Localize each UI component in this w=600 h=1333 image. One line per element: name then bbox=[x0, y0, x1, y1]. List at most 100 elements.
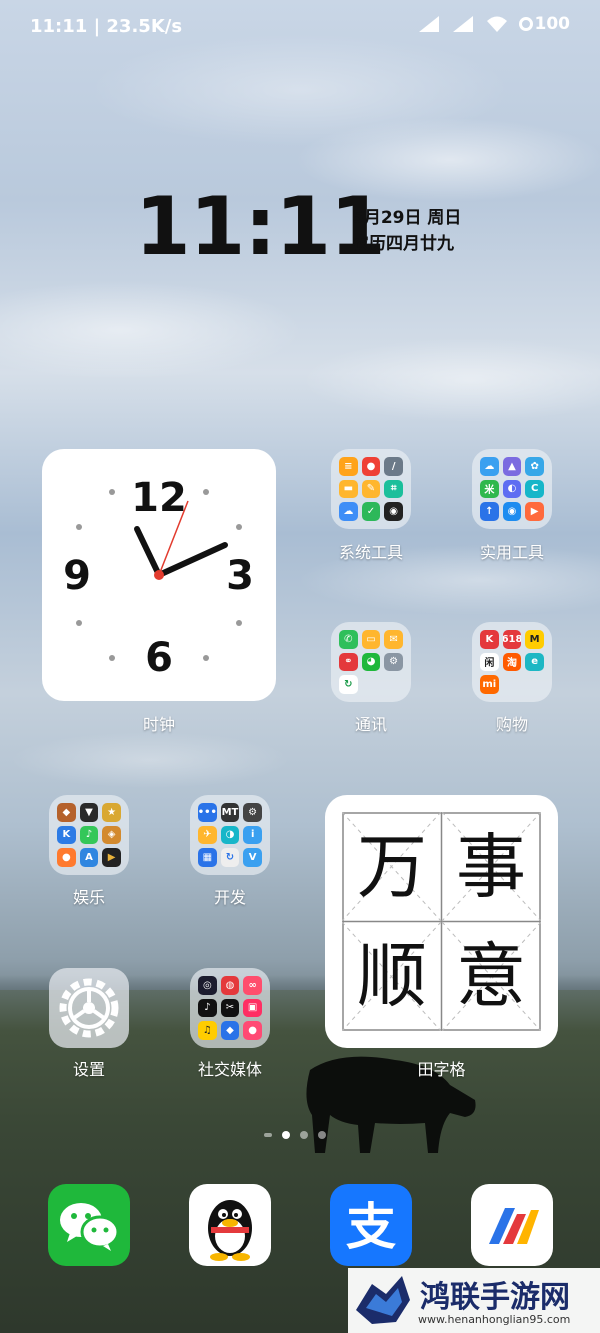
clock-face: 12 3 6 9 bbox=[63, 475, 254, 681]
page-dot-1[interactable] bbox=[282, 1131, 290, 1139]
video-icon: ▶ bbox=[102, 848, 121, 867]
battery-indicator: 100 bbox=[518, 14, 571, 34]
svg-text:支: 支 bbox=[346, 1198, 396, 1256]
folder-label-development: 开发 bbox=[213, 888, 246, 907]
weather-icon: ☁ bbox=[339, 502, 358, 521]
site-watermark: 鸿联手游网 www.henanhonglian95.com bbox=[348, 1268, 600, 1333]
digital-clock-time[interactable]: 11:11 bbox=[135, 180, 386, 273]
alipay-app[interactable]: 支 bbox=[330, 1184, 412, 1266]
folder-label-communication: 通讯 bbox=[354, 715, 387, 734]
bell-icon: ♫ bbox=[198, 1021, 217, 1040]
sync-icon: C bbox=[525, 479, 544, 499]
kfc-icon: K bbox=[480, 630, 499, 649]
lunar-date-text: 农历四月廿九 bbox=[352, 234, 454, 254]
folder-entertainment[interactable]: ◆ ▼ ★ K ♪ ◈ ● A ▶ bbox=[49, 795, 129, 875]
mi-home-icon: 米 bbox=[480, 479, 499, 499]
page-dot-2[interactable] bbox=[300, 1131, 308, 1139]
capcut-icon: ✂ bbox=[220, 998, 240, 1018]
page-indicator[interactable] bbox=[264, 1131, 326, 1139]
dev-tool-2-icon: ⚙ bbox=[243, 803, 262, 822]
battery-icon bbox=[518, 17, 533, 31]
folder-label-social-media: 社交媒体 bbox=[197, 1060, 262, 1079]
battery-level: 100 bbox=[534, 14, 571, 34]
folder-development[interactable]: ••• MT ⚙ ✈ ◑ i ▦ ↻ V bbox=[190, 795, 270, 875]
social-3-icon: ◆ bbox=[220, 1021, 240, 1040]
netease-music-icon: ◍ bbox=[220, 976, 240, 995]
info-icon: i bbox=[243, 825, 262, 845]
cellular-signal-2-icon bbox=[452, 16, 473, 32]
folder-social-media[interactable]: ◎ ◍ ∞ ♪ ✂ ▣ ♫ ◆ ● bbox=[190, 968, 270, 1048]
yingyongbao-icon bbox=[489, 1208, 539, 1244]
mt-manager-icon: MT bbox=[220, 803, 240, 822]
folder-shopping[interactable]: K 618 M 闲 淘 e mi bbox=[472, 622, 552, 702]
files-icon: ▬ bbox=[339, 479, 358, 499]
recorder-icon: ● bbox=[361, 457, 381, 476]
security-icon: ✓ bbox=[361, 502, 381, 521]
page-dot-0[interactable] bbox=[264, 1133, 272, 1137]
taobao-icon: 淘 bbox=[502, 652, 522, 672]
folder-utilities[interactable]: ☁ ▲ ✿ 米 ◐ C ↑ ◉ ▶ bbox=[472, 449, 552, 529]
tianzige-label: 田字格 bbox=[417, 1060, 466, 1079]
folder-system-tools[interactable]: ≡ ● / ▬ ✎ ⌗ ☁ ✓ ◉ bbox=[331, 449, 411, 529]
contacts-icon: ⚙ bbox=[384, 652, 403, 672]
jd-icon: 618 bbox=[502, 630, 522, 649]
alipay-icon: 支 bbox=[346, 1198, 396, 1256]
game-5-icon: ● bbox=[57, 848, 76, 867]
folder-label-utilities: 实用工具 bbox=[479, 543, 544, 562]
watermark-url: www.henanhonglian95.com bbox=[418, 1313, 571, 1326]
edit-icon: ✎ bbox=[361, 479, 381, 499]
page-dot-3[interactable] bbox=[318, 1131, 326, 1139]
social-1-icon: ◎ bbox=[198, 976, 217, 995]
dev-tool-1-icon: ••• bbox=[198, 803, 217, 822]
voice-icon: ◐ bbox=[502, 479, 522, 499]
folder-label-entertainment: 娱乐 bbox=[72, 888, 105, 907]
social-2-icon: ∞ bbox=[243, 976, 262, 995]
mobile-icon: ↻ bbox=[339, 675, 358, 694]
tianzi-char-1: 万 bbox=[357, 826, 427, 908]
notes-icon: ≡ bbox=[339, 457, 358, 476]
cellular-signal-icon bbox=[418, 16, 439, 32]
folder-label-shopping: 购物 bbox=[495, 715, 528, 734]
qq-app[interactable] bbox=[189, 1184, 271, 1266]
app-market-app[interactable] bbox=[471, 1184, 553, 1266]
social-4-icon: ● bbox=[243, 1021, 262, 1040]
qq-music-icon: ♪ bbox=[79, 825, 99, 845]
kugou-icon: K bbox=[57, 825, 76, 845]
wechat-app[interactable] bbox=[48, 1184, 130, 1266]
watermark-logo-icon bbox=[356, 1276, 410, 1324]
airplane-icon: ✈ bbox=[198, 825, 217, 845]
bilibili-icon: ▣ bbox=[243, 998, 262, 1018]
clock-center bbox=[154, 570, 164, 580]
wechat-mini-icon: ◕ bbox=[361, 652, 381, 672]
wechat-icon bbox=[60, 1203, 120, 1251]
upload-icon: ↑ bbox=[480, 502, 499, 521]
phone-icon: ✆ bbox=[339, 630, 358, 649]
mail-icon: ✉ bbox=[384, 630, 403, 649]
dev-tool-4-icon: ▦ bbox=[198, 848, 217, 867]
mi-store-icon: mi bbox=[480, 675, 499, 694]
clock-number-6: 6 bbox=[145, 635, 173, 681]
clock-label: 时钟 bbox=[142, 715, 175, 734]
camera-icon: ◉ bbox=[384, 502, 403, 521]
clock-number-12: 12 bbox=[131, 475, 187, 521]
photo-icon: ◉ bbox=[502, 502, 522, 521]
tianzi-char-4: 意 bbox=[456, 935, 526, 1017]
unicom-icon: ⚭ bbox=[339, 652, 358, 672]
folder-communication[interactable]: ✆ ▭ ✉ ⚭ ◕ ⚙ ↻ bbox=[331, 622, 411, 702]
clock-number-9: 9 bbox=[63, 553, 91, 599]
messages-icon: ▭ bbox=[361, 630, 381, 649]
tianzi-char-2: 事 bbox=[456, 826, 526, 908]
tianzige-widget[interactable]: 万 事 顺 意 bbox=[325, 795, 558, 1048]
settings-app[interactable] bbox=[49, 968, 129, 1048]
refresh-icon: ↻ bbox=[220, 848, 240, 867]
status-bar: 11:11 | 23.5K/s 100 bbox=[0, 0, 600, 52]
dev-tool-3-icon: ◑ bbox=[220, 825, 240, 845]
analog-clock-widget[interactable]: 12 3 6 9 bbox=[42, 449, 276, 701]
meituan-icon: M bbox=[525, 630, 544, 649]
scanner-icon: ⌗ bbox=[384, 479, 403, 499]
tiktok-icon: ♪ bbox=[198, 998, 217, 1018]
qq-penguin-icon bbox=[208, 1200, 252, 1261]
game-1-icon: ◆ bbox=[57, 803, 76, 822]
wifi-icon bbox=[486, 16, 507, 32]
game-2-icon: ▼ bbox=[79, 803, 99, 822]
